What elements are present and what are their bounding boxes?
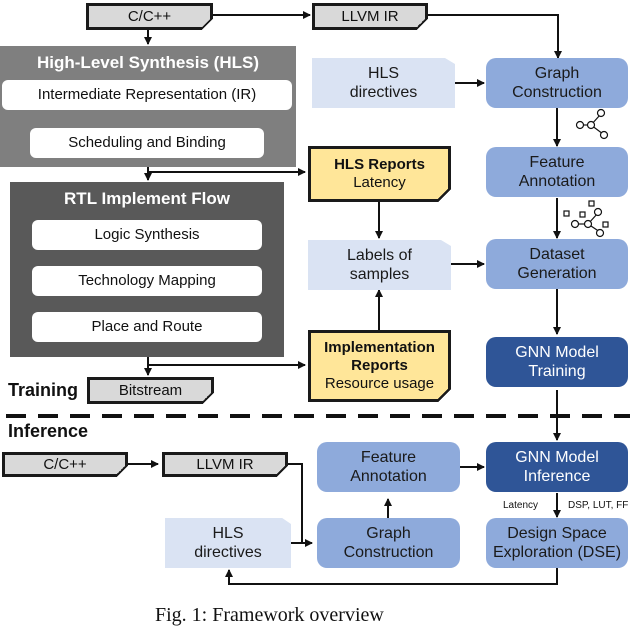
impl-reports-subtitle: Resource usage xyxy=(324,375,435,392)
inference-directives-line2: directives xyxy=(194,544,262,561)
dse-step: Design Space Exploration (DSE) xyxy=(486,518,628,568)
inference-feature-annotation-step: Feature Annotation xyxy=(317,442,460,492)
labels-of-samples: Labels of samples xyxy=(308,240,451,290)
graph-construction-line2: Construction xyxy=(512,84,602,101)
inference-graph-construction-step: Graph Construction xyxy=(317,518,460,568)
arrow-llvm-to-graph xyxy=(428,14,562,59)
bitstream-file: Bitstream xyxy=(87,377,214,404)
cpp-source-file: C/C++ xyxy=(86,3,213,30)
dataset-generation-step: Dataset Generation xyxy=(486,239,628,289)
figure-caption: Fig. 1: Framework overview xyxy=(155,604,384,626)
inference-cpp-source-file: C/C++ xyxy=(2,452,128,477)
rtl-step-logic-synthesis: Logic Synthesis xyxy=(32,220,262,250)
gnn-inference-line2: Inference xyxy=(523,468,591,485)
hls-directives-line1: HLS xyxy=(367,64,400,82)
training-section-label: Training xyxy=(8,380,79,400)
inference-graph-line2: Construction xyxy=(343,544,434,561)
gnn-inference-line1: GNN Model xyxy=(515,448,599,466)
rtl-panel: RTL Implement Flow Logic Synthesis Techn… xyxy=(10,182,284,357)
hls-step-scheduling: Scheduling and Binding xyxy=(30,128,264,158)
implementation-reports: Implementation Reports Resource usage xyxy=(308,330,451,402)
dataset-generation-line1: Dataset xyxy=(529,245,585,263)
llvm-ir-file: LLVM IR xyxy=(312,3,428,30)
labels-line1: Labels of xyxy=(347,246,412,264)
gnn-training-line1: GNN Model xyxy=(515,343,599,361)
feature-annotation-step: Feature Annotation xyxy=(486,147,628,197)
rtl-panel-title: RTL Implement Flow xyxy=(64,188,230,208)
hls-reports-subtitle: Latency xyxy=(353,174,406,191)
bitstream-label: Bitstream xyxy=(118,381,183,399)
rtl-step-place-and-route: Place and Route xyxy=(32,312,262,342)
graph-construction-line1: Graph xyxy=(534,64,580,82)
inference-graph-line1: Graph xyxy=(366,524,411,542)
impl-reports-title-line2: Reports xyxy=(351,357,408,374)
hls-reports: HLS Reports Latency xyxy=(308,146,451,202)
inference-directives-line1: HLS xyxy=(212,524,244,542)
annotated-graph-icon xyxy=(563,200,609,238)
feature-annotation-line2: Annotation xyxy=(518,173,596,190)
resource-output-label: DSP, LUT, FF xyxy=(568,500,629,511)
gnn-model-training-step: GNN Model Training xyxy=(486,337,628,387)
hls-directives-line2: directives xyxy=(349,84,418,101)
llvm-ir-label: LLVM IR xyxy=(341,7,399,25)
hls-reports-title: HLS Reports xyxy=(334,156,425,173)
inference-llvm-label: LLVM IR xyxy=(196,455,254,473)
feature-annotation-line1: Feature xyxy=(529,153,585,171)
graph-construction-step: Graph Construction xyxy=(486,58,628,108)
hls-panel-title: High-Level Synthesis (HLS) xyxy=(37,52,259,72)
gnn-training-line2: Training xyxy=(528,363,586,380)
dse-line2: Exploration (DSE) xyxy=(492,544,622,561)
arrow-dse-feedback xyxy=(225,567,558,585)
inference-hls-directives-input: HLS directives xyxy=(165,518,291,568)
graph-icon xyxy=(575,108,609,140)
latency-output-label: Latency xyxy=(503,500,539,511)
dse-line1: Design Space xyxy=(507,524,607,542)
inference-feature-line2: Annotation xyxy=(350,468,427,485)
inference-section-label: Inference xyxy=(8,421,89,441)
cpp-source-label: C/C++ xyxy=(127,7,172,25)
gnn-model-inference-step: GNN Model Inference xyxy=(486,442,628,492)
labels-line2: samples xyxy=(349,266,410,283)
hls-panel: High-Level Synthesis (HLS) Intermediate … xyxy=(0,46,296,167)
rtl-step-technology-mapping: Technology Mapping xyxy=(32,266,262,296)
dataset-generation-line2: Generation xyxy=(517,265,597,282)
inference-feature-line1: Feature xyxy=(360,448,417,466)
hls-step-ir: Intermediate Representation (IR) xyxy=(2,80,292,110)
hls-directives-input: HLS directives xyxy=(312,58,455,108)
inference-llvm-ir-file: LLVM IR xyxy=(162,452,288,477)
arrow-inf-llvm-to-graph xyxy=(288,463,313,547)
inference-cpp-label: C/C++ xyxy=(43,455,87,473)
impl-reports-title-line1: Implementation xyxy=(324,339,435,356)
